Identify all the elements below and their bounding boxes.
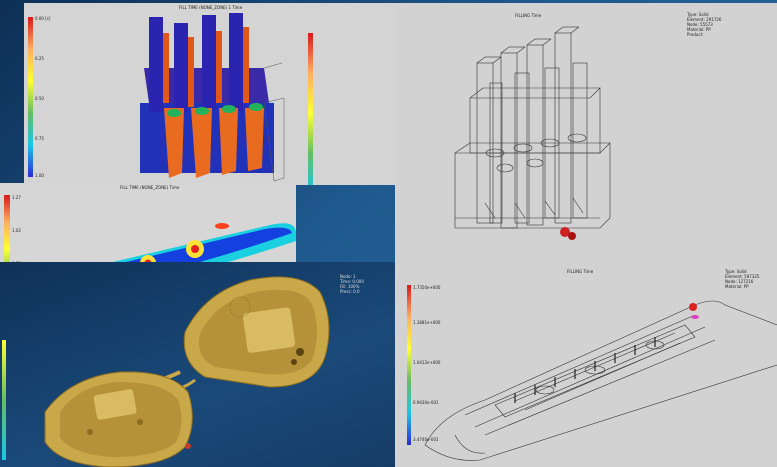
panel-top-right: FILLING Time Type: Solid Element: 291726…	[395, 3, 777, 265]
colored-mold	[140, 13, 285, 182]
wireframe-mold	[454, 26, 611, 240]
gold-housing	[44, 276, 330, 467]
panel-bottom-left: Node: 1 Time: 0.000 Fill: 100% Press: 0.…	[0, 262, 395, 467]
panel-top-left: FILL TIME (NONE_ZONE) 1 Time 0.00 [s] 0.…	[24, 3, 396, 185]
wireframe-long-part	[424, 300, 777, 461]
panel-bottom-right: FILLING Time Type: Solid Element: 597325…	[395, 265, 777, 467]
